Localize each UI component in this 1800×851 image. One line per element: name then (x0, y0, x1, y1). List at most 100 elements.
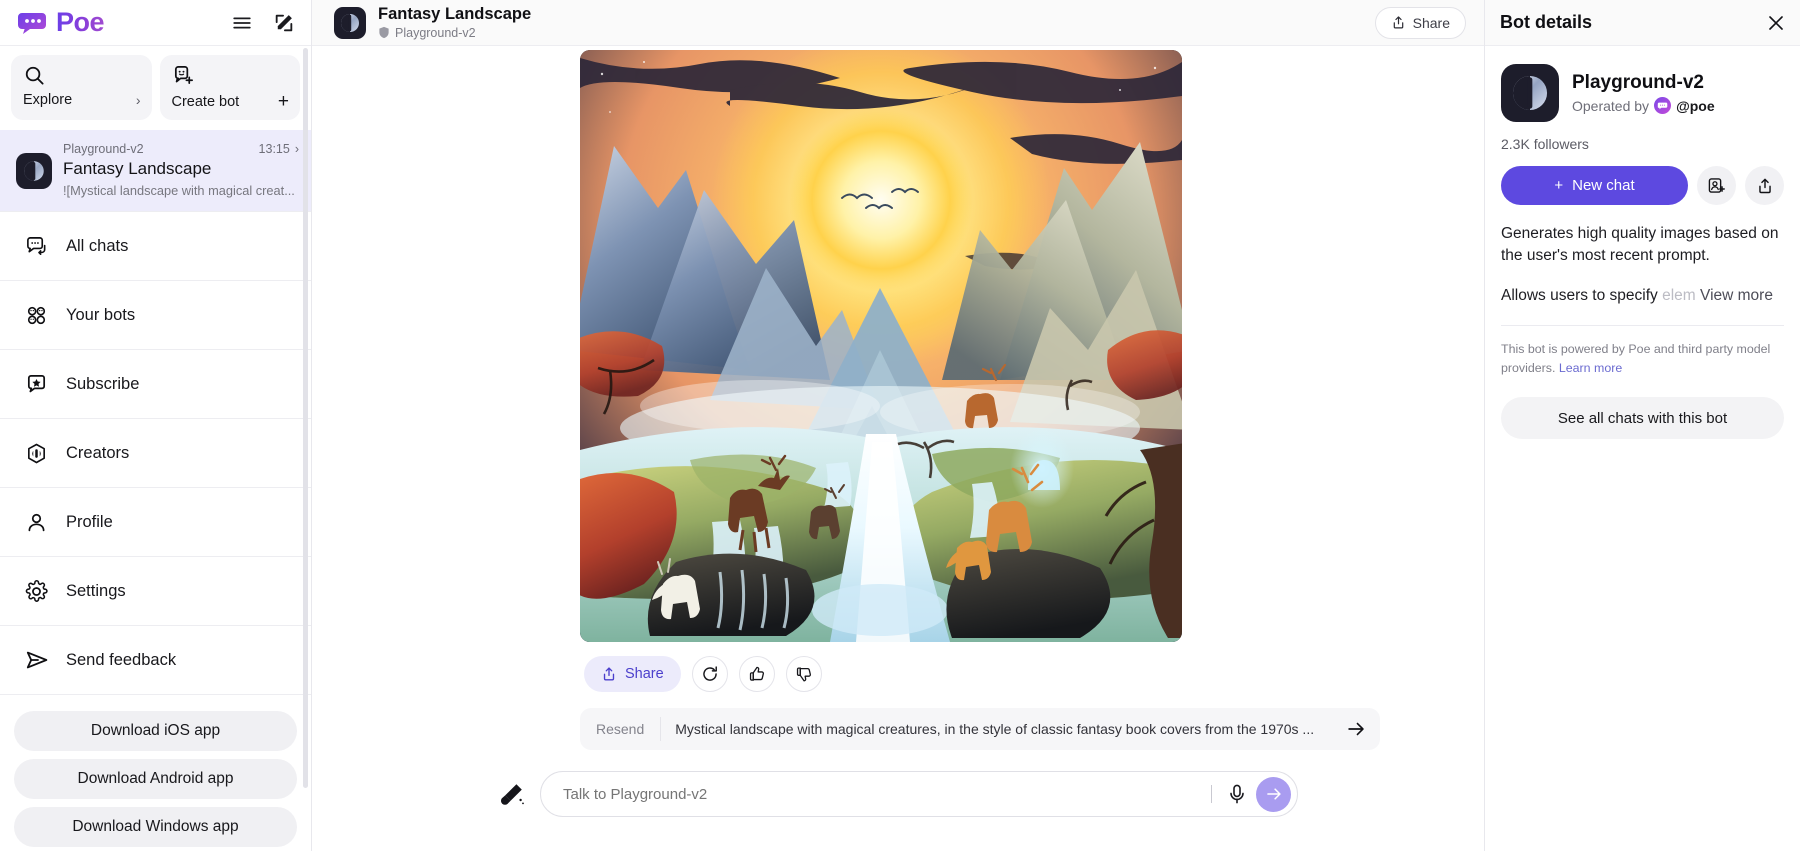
compose-icon[interactable] (273, 12, 295, 34)
powered-by-text: This bot is powered by Poe and third par… (1501, 342, 1771, 375)
generated-image-card[interactable] (580, 50, 1182, 642)
like-button[interactable] (738, 656, 775, 692)
bot-avatar (1501, 64, 1559, 122)
sidebar-download-buttons: Download iOS app Download Android app Do… (0, 695, 311, 848)
sidebar: Poe Explore › Create bot + Playground-v2… (0, 0, 312, 851)
playground-logo-icon (24, 161, 44, 181)
sidebar-chat-item-fantasy-landscape[interactable]: Playground-v2 13:15 › Fantasy Landscape … (0, 130, 311, 213)
message-row: Share Resend Mystical landscape with mag… (312, 50, 1484, 750)
app-root: Poe Explore › Create bot + Playground-v2… (0, 0, 1800, 851)
sidebar-item-label: Your bots (66, 305, 136, 324)
composer-area (312, 755, 1484, 851)
chat-item-bot: Playground-v2 (63, 142, 144, 156)
resend-prompt-text: Mystical landscape with magical creature… (675, 721, 1315, 737)
message-share-label: Share (625, 666, 664, 682)
share-upload-icon (1758, 178, 1771, 193)
download-windows-button[interactable]: Download Windows app (14, 807, 297, 848)
send-plane-icon (24, 648, 49, 673)
message-share-button[interactable]: Share (584, 656, 681, 692)
sidebar-item-all-chats[interactable]: All chats (0, 211, 311, 282)
bot-details-panel: Bot details Playground-v2 Operated by @p… (1484, 0, 1800, 851)
chat-item-title: Fantasy Landscape (63, 159, 212, 178)
poe-logo-mark (18, 12, 46, 34)
poe-logo-text: Poe (56, 7, 105, 37)
sidebar-item-creators[interactable]: Creators (0, 418, 311, 489)
add-person-icon (1708, 178, 1725, 193)
chat-header-avatar (334, 6, 366, 39)
sidebar-item-subscribe[interactable]: Subscribe (0, 349, 311, 420)
new-chat-button[interactable]: + New chat (1501, 166, 1688, 205)
see-all-chats-button[interactable]: See all chats with this bot (1501, 397, 1784, 440)
bot-actions: + New chat (1501, 166, 1784, 205)
thumb-up-icon (749, 666, 764, 681)
sidebar-header-icons (231, 12, 295, 34)
bot-description-faded: elem (1662, 287, 1696, 304)
arrow-right-icon (1266, 788, 1281, 800)
bot-details-header: Bot details (1485, 0, 1800, 46)
message-input[interactable] (563, 785, 1211, 803)
sidebar-item-profile[interactable]: Profile (0, 487, 311, 558)
message-input-shell[interactable] (540, 771, 1298, 817)
send-button[interactable] (1256, 776, 1291, 812)
chat-header-text: Fantasy Landscape Playground-v2 (378, 5, 531, 40)
bot-share-button[interactable] (1745, 166, 1784, 205)
sidebar-item-your-bots[interactable]: Your bots (0, 280, 311, 351)
poe-logo[interactable]: Poe (18, 7, 105, 38)
bot-identity-text: Playground-v2 Operated by @poe (1572, 72, 1715, 114)
text-caret (1211, 785, 1212, 803)
sidebar-scrollbar[interactable] (303, 48, 308, 788)
composer (498, 771, 1298, 817)
sidebar-header: Poe (0, 0, 311, 46)
sidebar-item-settings[interactable]: Settings (0, 556, 311, 627)
chat-message-list[interactable]: Share Resend Mystical landscape with mag… (312, 46, 1484, 755)
explore-button[interactable]: Explore › (11, 55, 152, 120)
creators-cube-icon (24, 441, 49, 466)
shield-icon (379, 27, 389, 39)
view-more-button[interactable]: View more (1700, 287, 1773, 304)
powered-by-note: This bot is powered by Poe and third par… (1501, 340, 1784, 377)
microphone-icon[interactable] (1226, 783, 1248, 805)
download-android-button[interactable]: Download Android app (14, 759, 297, 800)
chevron-right-icon[interactable]: › (295, 142, 299, 156)
person-icon (24, 510, 49, 535)
refresh-icon (702, 666, 717, 681)
download-ios-button[interactable]: Download iOS app (14, 711, 297, 752)
bot-description-line2: Allows users to specify (1501, 287, 1663, 304)
bot-description: Generates high quality images based on t… (1501, 225, 1779, 264)
new-chat-label: New chat (1572, 177, 1635, 194)
sidebar-item-label: Subscribe (66, 374, 140, 393)
create-bot-button[interactable]: Create bot + (159, 55, 300, 120)
add-person-button[interactable] (1697, 166, 1736, 205)
close-icon[interactable] (1766, 13, 1786, 33)
sidebar-item-label: Creators (66, 443, 130, 462)
sidebar-item-send-feedback[interactable]: Send feedback (0, 625, 311, 696)
bot-details-title: Bot details (1500, 12, 1593, 32)
resend-prompt-bar[interactable]: Resend Mystical landscape with magical c… (580, 708, 1380, 750)
regenerate-button[interactable] (691, 656, 728, 692)
dislike-button[interactable] (785, 656, 822, 692)
share-upload-icon (1393, 16, 1403, 29)
operator-handle[interactable]: @poe (1676, 98, 1715, 114)
menu-icon[interactable] (231, 12, 253, 34)
bot-details-body: Playground-v2 Operated by @poe 2.3K foll… (1485, 46, 1800, 440)
poe-operator-avatar (1654, 97, 1672, 114)
divider (1501, 325, 1784, 326)
header-share-button[interactable]: Share (1374, 6, 1466, 39)
bot-operator: Operated by @poe (1572, 97, 1715, 114)
paintbrush-icon[interactable] (498, 780, 526, 808)
create-bot-label: Create bot (171, 93, 240, 110)
learn-more-link[interactable]: Learn more (1559, 361, 1622, 375)
chat-item-body: Playground-v2 13:15 › Fantasy Landscape … (63, 142, 299, 198)
plus-icon: + (1554, 177, 1564, 194)
arrow-right-icon[interactable] (1346, 719, 1366, 739)
chat-avatar (16, 153, 52, 189)
playground-logo-icon (341, 13, 359, 32)
bot-description-truncated: Allows users to specify elem View more (1501, 287, 1784, 305)
search-icon (25, 66, 44, 85)
fantasy-landscape-artwork (580, 50, 1182, 642)
resend-label[interactable]: Resend (580, 717, 662, 741)
create-bot-icon (174, 66, 193, 85)
chats-icon (24, 234, 49, 259)
explore-label: Explore (23, 92, 73, 108)
chevron-right-icon: › (135, 92, 141, 108)
